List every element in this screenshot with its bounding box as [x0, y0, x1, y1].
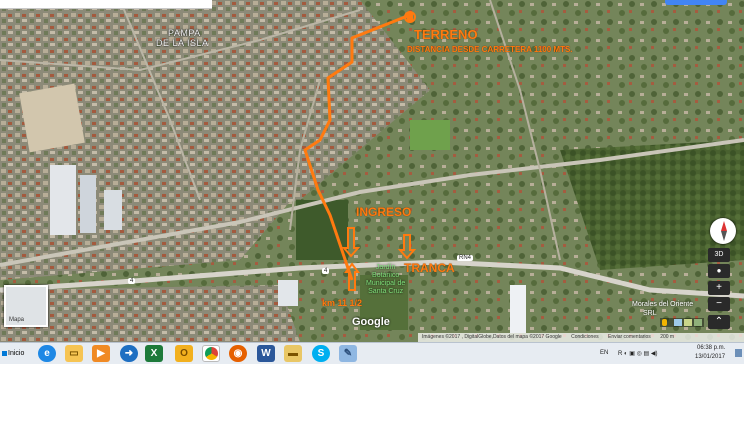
paint-icon[interactable]: ✎ [339, 345, 357, 362]
view-3d-button[interactable]: 3D [708, 248, 730, 262]
clock-date[interactable]: 13/01/2017 [695, 354, 725, 360]
search-box[interactable] [0, 0, 212, 9]
word-icon[interactable]: W [257, 345, 275, 362]
start-button[interactable]: Inicio [0, 345, 28, 362]
firefox-icon[interactable]: ◉ [229, 345, 247, 362]
tranca-label: TRANCA [404, 261, 455, 275]
folder-icon[interactable]: ▬ [284, 345, 302, 362]
language-indicator[interactable]: EN [600, 350, 608, 356]
outlook-icon[interactable]: O [175, 345, 193, 362]
zoom-in-button[interactable]: + [708, 281, 730, 295]
zoo-label: Jardín Botánico Municipal de Santa Cruz [366, 264, 406, 295]
scale-label: 200 m [660, 334, 675, 340]
zoom-out-button[interactable]: − [708, 297, 730, 311]
windows-logo-icon [2, 350, 7, 356]
compass-button[interactable] [710, 218, 736, 244]
place-pampa-label: PAMPA [168, 28, 201, 38]
media-player-icon[interactable]: ▶ [92, 345, 110, 362]
thumbnail-icon-2[interactable] [684, 319, 692, 326]
app-arrow-icon[interactable]: ➜ [120, 345, 138, 362]
chrome-icon[interactable] [202, 345, 220, 362]
attribution-bar: Imágenes ©2017 , DigitalGlobe,Datos del … [418, 333, 744, 342]
show-desktop-icon[interactable] [735, 349, 742, 357]
terreno-label: TERRENO [414, 27, 478, 42]
internet-explorer-icon[interactable]: e [38, 345, 56, 362]
location-icon[interactable]: ● [708, 264, 730, 278]
minimap-toggle[interactable]: Mapa [4, 285, 48, 327]
minimap-label: Mapa [9, 317, 25, 323]
place-morales-label: Morales del Oriente [632, 301, 694, 308]
attribution-text: Imágenes ©2017 , DigitalGlobe,Datos del … [422, 334, 562, 340]
km-label: km 11 1/2 [322, 298, 363, 308]
start-label: Inicio [8, 350, 25, 357]
expand-button[interactable]: ⌃ [708, 315, 730, 329]
place-morales-label-2: SRL [643, 310, 657, 317]
google-logo: Google [352, 316, 390, 328]
thumbnail-icon[interactable] [674, 319, 682, 326]
thumbnail-icon-3[interactable] [694, 319, 702, 326]
road-label-4a: 4 [322, 268, 330, 274]
tray-icons[interactable]: R ◐ ▣ ◎ ▤ ◀) [618, 350, 657, 357]
imagery-strip[interactable] [660, 318, 704, 327]
compass-south-icon [721, 231, 727, 241]
send-feedback-link[interactable]: Enviar comentarios [608, 334, 651, 340]
road-label-4b: 4 [128, 278, 136, 284]
road-label-rn4: RN4 [457, 255, 474, 261]
windows-taskbar: Inicio e ▭ ▶ ➜ X O ◉ W ▬ S ✎ EN R ◐ ▣ ◎ … [0, 342, 744, 364]
distance-label: DISTANCIA DESDE CARRETERA 1100 MTS. [407, 45, 573, 54]
pegman-icon[interactable] [662, 319, 667, 326]
skype-icon[interactable]: S [312, 345, 330, 362]
clock-time[interactable]: 06:38 p.m. [697, 345, 725, 351]
compass-north-icon [721, 221, 727, 231]
file-explorer-icon[interactable]: ▭ [65, 345, 83, 362]
conditions-link[interactable]: Condiciones [571, 334, 599, 340]
sign-in-button[interactable] [665, 0, 727, 5]
terreno-marker [407, 12, 413, 22]
ingreso-label: INGRESO [356, 205, 412, 219]
excel-icon[interactable]: X [145, 345, 163, 362]
satellite-map[interactable]: PAMPA DE LA ISLA TERRENO DISTANCIA DESDE… [0, 0, 744, 342]
place-pampa-label-2: DE LA ISLA [156, 38, 209, 48]
